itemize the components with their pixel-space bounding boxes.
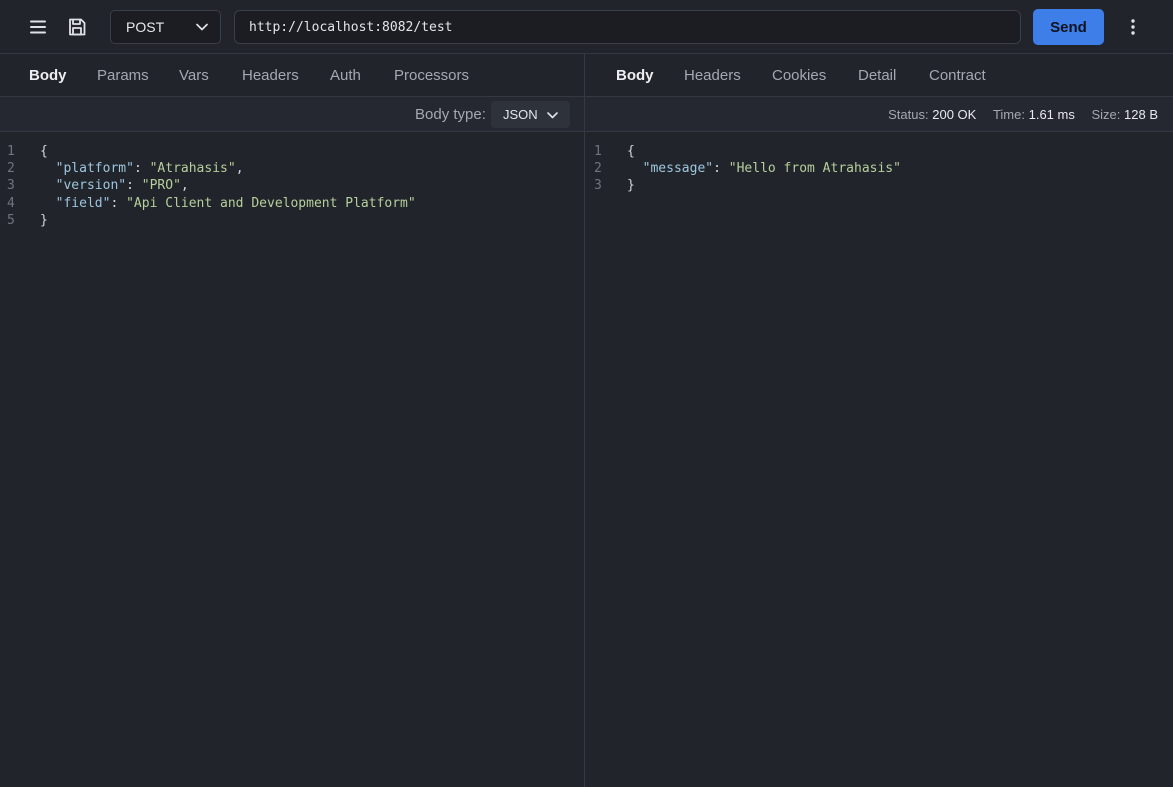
tab-vars[interactable]: Vars xyxy=(179,54,209,97)
tab-processors[interactable]: Processors xyxy=(394,54,469,97)
response-meta: Status: 200 OK Time: 1.61 ms Size: 128 B xyxy=(888,97,1158,133)
size-value: 128 B xyxy=(1124,107,1158,122)
code-text: "version": "PRO", xyxy=(55,178,189,194)
json-string-value: "PRO" xyxy=(141,178,181,194)
tab-response-headers[interactable]: Headers xyxy=(684,54,741,97)
code-text: "message": "Hello from Atrahasis" xyxy=(642,161,901,177)
line-number: 1 xyxy=(7,144,15,159)
json-key: "field" xyxy=(55,195,111,211)
line-number: 4 xyxy=(7,195,15,211)
tab-response-body[interactable]: Body xyxy=(616,54,654,97)
send-button[interactable]: Send xyxy=(1033,9,1104,45)
line-number: 3 xyxy=(594,178,602,194)
json-key: "version" xyxy=(55,178,127,194)
response-status-bar: Status: 200 OK Time: 1.61 ms Size: 128 B xyxy=(585,97,1173,132)
chevron-down-icon xyxy=(196,18,208,36)
request-panel: Body Params Vars Headers Auth Processors… xyxy=(0,54,585,787)
status-value: 200 OK xyxy=(932,107,977,122)
response-code-line: 2 "message": "Hello from Atrahasis" xyxy=(585,160,1173,177)
response-code-line: 3} xyxy=(585,177,1173,194)
code-text: "field": "Api Client and Development Pla… xyxy=(55,195,416,211)
request-code-line: 5} xyxy=(0,212,584,229)
method-label: POST xyxy=(126,19,165,35)
line-number: 5 xyxy=(7,212,15,228)
time-label: Time: xyxy=(992,107,1025,122)
response-panel: Body Headers Cookies Detail Contract Sta… xyxy=(585,54,1173,787)
tab-cookies[interactable]: Cookies xyxy=(772,54,826,97)
tab-body[interactable]: Body xyxy=(29,54,67,97)
tab-contract[interactable]: Contract xyxy=(929,54,986,97)
body-type-value: JSON xyxy=(503,107,538,122)
json-string-value: "Hello from Atrahasis" xyxy=(728,161,901,177)
save-icon[interactable] xyxy=(65,15,89,39)
line-number: 2 xyxy=(7,161,15,177)
json-key: "message" xyxy=(642,161,714,177)
code-text: { xyxy=(627,144,635,159)
json-string-value: "Api Client and Development Platform" xyxy=(126,195,416,211)
request-code-line: 3 "version": "PRO", xyxy=(0,177,584,194)
tab-detail[interactable]: Detail xyxy=(858,54,896,97)
tab-headers[interactable]: Headers xyxy=(242,54,299,97)
line-number: 3 xyxy=(7,178,15,194)
size-label: Size: xyxy=(1091,107,1121,122)
line-number: 2 xyxy=(594,161,602,177)
tab-auth[interactable]: Auth xyxy=(330,54,361,97)
body-type-bar: Body type: JSON xyxy=(0,97,584,132)
response-tabs: Body Headers Cookies Detail Contract xyxy=(585,54,1173,97)
body-type-label: Body type: xyxy=(415,106,486,123)
top-bar: POST Send xyxy=(0,0,1173,54)
json-string-value: "Atrahasis" xyxy=(149,161,236,177)
code-text: { xyxy=(40,144,48,159)
json-key: "platform" xyxy=(55,161,134,177)
code-text: } xyxy=(627,178,635,194)
request-tabs: Body Params Vars Headers Auth Processors xyxy=(0,54,584,97)
response-code-line: 1{ xyxy=(585,143,1173,160)
request-code-line: 1{ xyxy=(0,143,584,160)
method-select[interactable]: POST xyxy=(110,10,221,44)
time-value: 1.61 ms xyxy=(1028,107,1075,122)
response-body-viewer[interactable]: 1{2 "message": "Hello from Atrahasis" 3} xyxy=(585,143,1173,195)
status-label: Status: xyxy=(888,107,929,122)
more-options-icon[interactable] xyxy=(1121,15,1145,39)
body-type-select[interactable]: JSON xyxy=(491,101,570,128)
request-code-line: 4 "field": "Api Client and Development P… xyxy=(0,195,584,212)
tab-params[interactable]: Params xyxy=(97,54,149,97)
request-body-editor[interactable]: 1{2 "platform": "Atrahasis", 3 "version":… xyxy=(0,143,584,229)
line-number: 1 xyxy=(594,144,602,159)
request-code-line: 2 "platform": "Atrahasis", xyxy=(0,160,584,177)
menu-icon[interactable] xyxy=(26,15,50,39)
url-input[interactable] xyxy=(234,10,1021,44)
code-text: "platform": "Atrahasis", xyxy=(55,161,244,177)
code-text: } xyxy=(40,212,48,228)
chevron-down-icon xyxy=(547,107,558,122)
